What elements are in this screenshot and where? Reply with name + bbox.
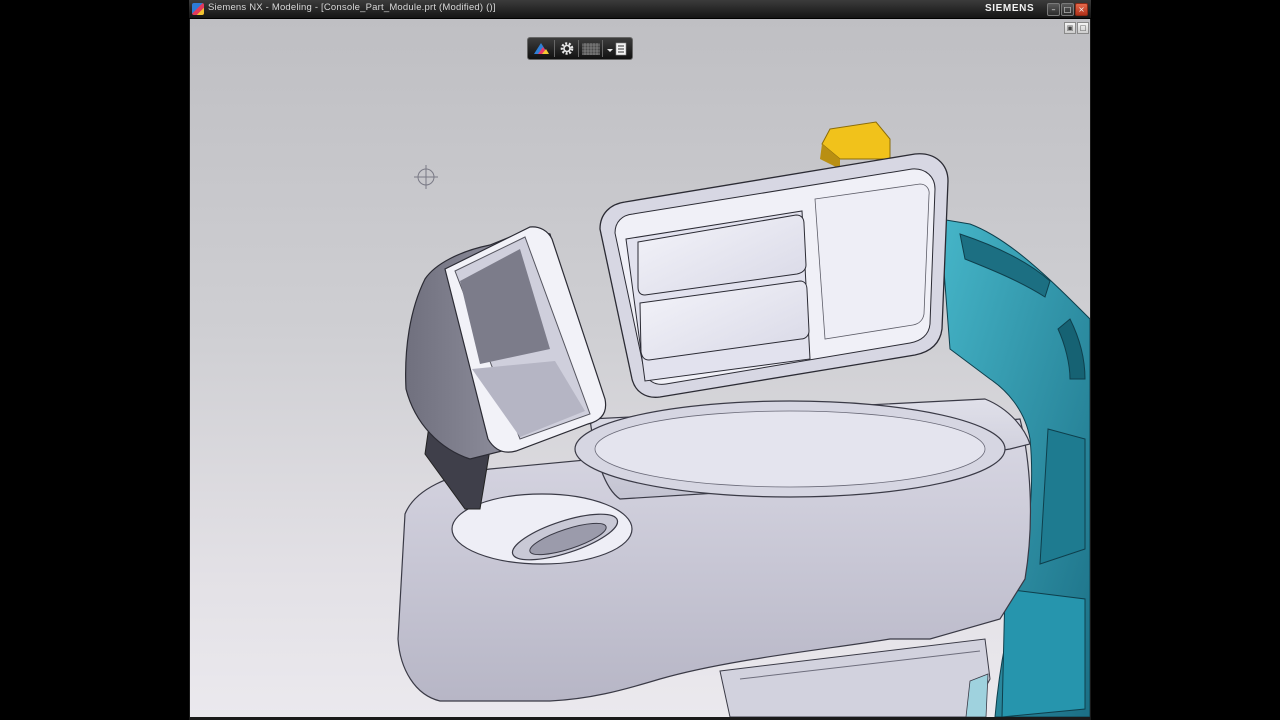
maximize-button[interactable]: □ — [1061, 3, 1074, 16]
render-style-icon[interactable] — [530, 40, 552, 57]
toolbar-separator — [578, 40, 579, 57]
app-window: Siemens NX - Modeling - [Console_Part_Mo… — [189, 0, 1091, 720]
brand-logo: SIEMENS — [985, 3, 1035, 14]
center-display-panel[interactable] — [599, 153, 949, 398]
graphics-viewport[interactable]: ▣ □ — [190, 19, 1090, 717]
view-toolbar — [527, 37, 633, 60]
window-title: Siemens NX - Modeling - [Console_Part_Mo… — [208, 2, 496, 13]
minimize-button[interactable]: – — [1047, 3, 1060, 16]
nx-app-icon[interactable] — [192, 3, 204, 15]
cursor-crosshair-icon — [414, 165, 438, 189]
close-button[interactable]: × — [1075, 3, 1088, 16]
menu-list-icon[interactable] — [604, 40, 630, 57]
title-bar[interactable]: Siemens NX - Modeling - [Console_Part_Mo… — [189, 0, 1091, 19]
toolbar-separator — [554, 40, 555, 57]
toolbar-separator — [602, 40, 603, 57]
grid-icon[interactable] — [580, 40, 602, 57]
console-3d-model[interactable] — [190, 19, 1090, 717]
gear-icon[interactable] — [556, 40, 578, 57]
